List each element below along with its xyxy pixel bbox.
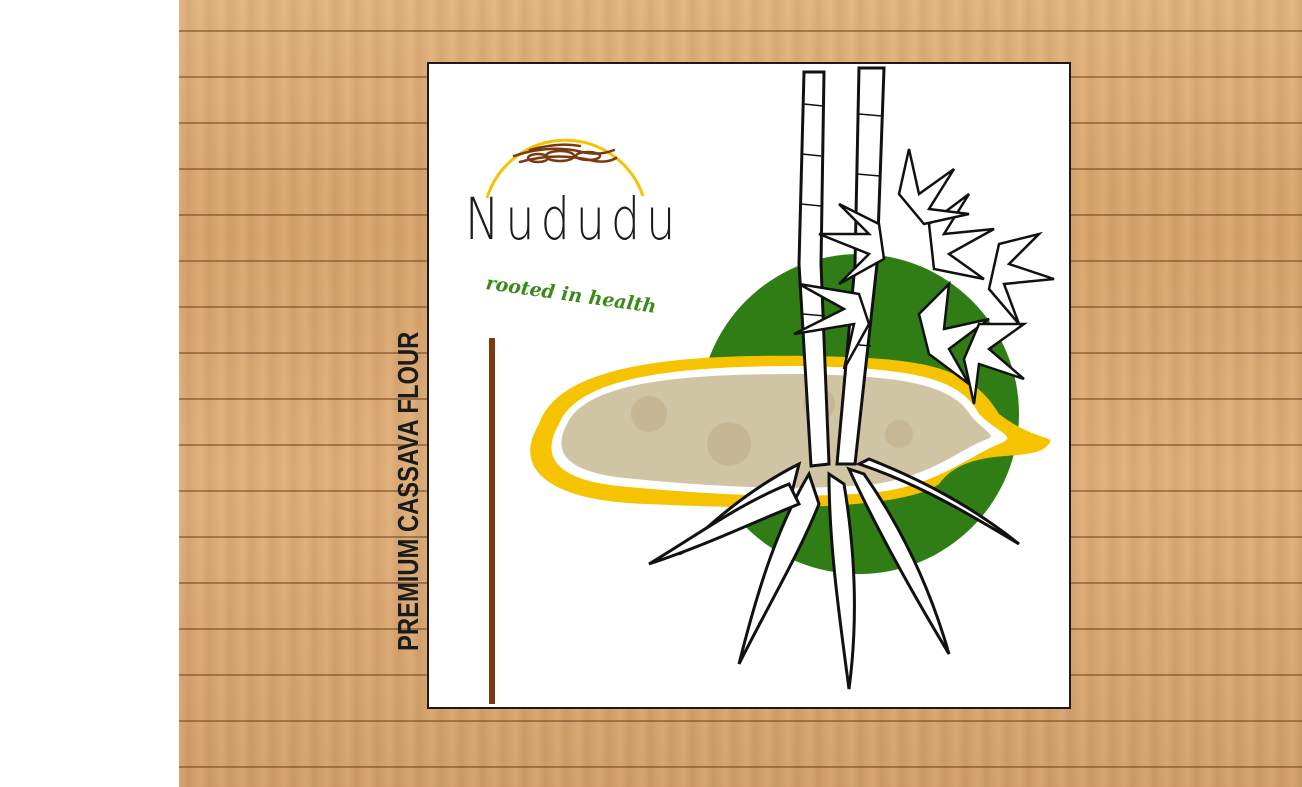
package-label: Nududu rooted in health PREMIUM CASSAVA … — [393, 62, 1071, 709]
title-divider — [489, 338, 495, 704]
product-title: PREMIUM CASSAVA FLOUR — [393, 331, 425, 651]
cassava-plant-illustration — [530, 66, 1055, 690]
